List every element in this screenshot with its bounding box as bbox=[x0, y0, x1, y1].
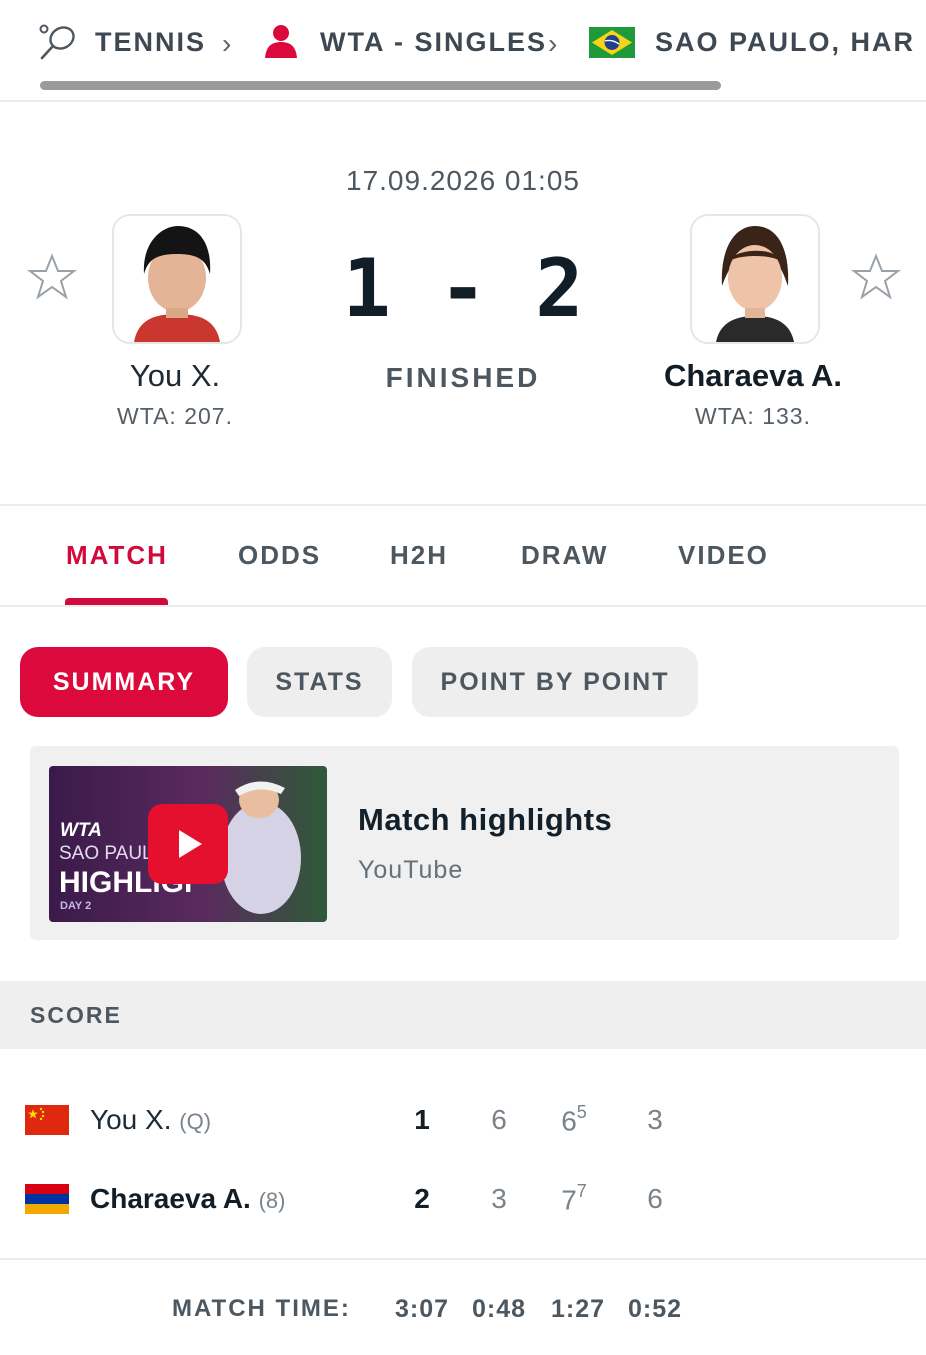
match-datetime: 17.09.2026 01:05 bbox=[346, 165, 580, 196]
player-name[interactable]: Charaeva A. bbox=[90, 1183, 251, 1214]
breadcrumb-tournament[interactable]: SAO PAULO, HAR bbox=[655, 27, 915, 58]
sets-won: 2 bbox=[414, 1183, 430, 1214]
set-score: 3 bbox=[491, 1183, 507, 1214]
score-row-name[interactable]: Charaeva A. (8) bbox=[90, 1183, 286, 1215]
tennis-racket-icon bbox=[39, 24, 75, 60]
tab-h2h[interactable]: H2H bbox=[390, 540, 448, 571]
score-section-header bbox=[0, 981, 926, 1049]
tab-draw[interactable]: DRAW bbox=[521, 540, 608, 571]
chevron-right-icon: › bbox=[222, 28, 232, 59]
tab-match[interactable]: MATCH bbox=[66, 540, 168, 571]
divider bbox=[0, 1258, 926, 1260]
match-time-set: 0:48 bbox=[471, 1295, 527, 1323]
sets-won: 1 bbox=[414, 1104, 430, 1135]
set-score: 77 bbox=[561, 1181, 587, 1216]
match-time-label: MATCH TIME: bbox=[172, 1295, 351, 1322]
thumb-text-line1: WTA bbox=[60, 820, 102, 841]
player-seed: (Q) bbox=[179, 1109, 212, 1134]
set-score: 6 bbox=[491, 1104, 507, 1135]
thumb-text-line4: DAY 2 bbox=[60, 900, 92, 912]
play-button-icon[interactable] bbox=[148, 804, 228, 884]
match-score: 1 - 2 bbox=[342, 242, 584, 335]
match-time-set: 0:52 bbox=[627, 1295, 683, 1323]
highlights-source: YouTube bbox=[358, 856, 464, 884]
subtab-summary[interactable]: SUMMARY bbox=[20, 647, 228, 717]
active-tab-indicator bbox=[65, 598, 168, 605]
match-time-total: 3:07 bbox=[394, 1295, 450, 1323]
brazil-flag-icon bbox=[589, 27, 635, 58]
breadcrumb-sport[interactable]: TENNIS bbox=[95, 27, 206, 58]
armenia-flag-icon bbox=[25, 1184, 69, 1214]
divider bbox=[0, 504, 926, 506]
score-section-title: SCORE bbox=[30, 1002, 122, 1028]
highlights-title[interactable]: Match highlights bbox=[358, 802, 612, 838]
set-score: 3 bbox=[647, 1104, 663, 1135]
subtab-stats[interactable]: STATS bbox=[247, 647, 392, 717]
tab-video[interactable]: VIDEO bbox=[678, 540, 769, 571]
tab-odds[interactable]: ODDS bbox=[238, 540, 321, 571]
score-row-name[interactable]: You X. (Q) bbox=[90, 1104, 211, 1136]
away-player-rank: WTA: 133. bbox=[695, 403, 811, 429]
home-player-rank: WTA: 207. bbox=[117, 403, 233, 429]
divider bbox=[0, 605, 926, 607]
match-time-set: 1:27 bbox=[550, 1295, 606, 1323]
chevron-right-icon: › bbox=[548, 28, 558, 59]
china-flag-icon bbox=[25, 1105, 69, 1135]
subtab-point-by-point[interactable]: POINT BY POINT bbox=[412, 647, 698, 717]
set-score: 65 bbox=[561, 1102, 587, 1137]
match-status: FINISHED bbox=[385, 362, 541, 393]
breadcrumb-category[interactable]: WTA - SINGLES bbox=[320, 27, 547, 58]
player-name[interactable]: You X. bbox=[90, 1104, 171, 1135]
wta-player-icon bbox=[265, 25, 297, 58]
tiebreak-score: 5 bbox=[576, 1102, 587, 1122]
player-seed: (8) bbox=[258, 1188, 286, 1213]
tiebreak-score: 7 bbox=[576, 1181, 587, 1201]
breadcrumb-scrollbar[interactable] bbox=[40, 81, 721, 90]
set-score: 6 bbox=[647, 1183, 663, 1214]
